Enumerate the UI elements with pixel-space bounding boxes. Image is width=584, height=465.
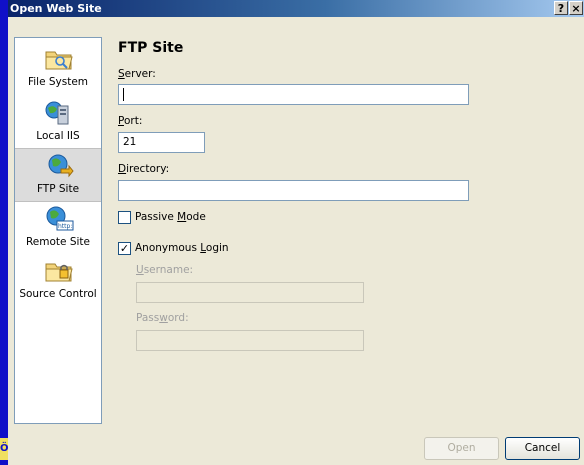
server-input[interactable] <box>118 84 469 105</box>
location-file-system[interactable]: File System <box>15 42 101 96</box>
location-list: File System Local IIS FTP Site http: Rem… <box>14 37 102 424</box>
page-title: FTP Site <box>118 40 184 56</box>
desktop-edge-fragment: Ö <box>0 438 9 460</box>
source-control-folder-icon <box>45 263 73 282</box>
anonymous-login-checkbox[interactable]: ✓ <box>118 242 131 255</box>
globe-ftp-icon <box>48 154 74 178</box>
location-local-iis[interactable]: Local IIS <box>15 96 101 150</box>
username-input[interactable] <box>136 282 364 303</box>
passive-mode-label[interactable]: Passive Mode <box>135 211 206 223</box>
location-label: File System <box>27 76 89 88</box>
location-label: Source Control <box>19 288 97 300</box>
globe-http-icon: http: <box>46 206 74 231</box>
port-input[interactable]: 21 <box>118 132 205 153</box>
password-label: Password: <box>136 312 189 324</box>
dialog-title: Open Web Site <box>10 2 102 15</box>
open-web-site-dialog: Open Web Site ? × File System Local IIS <box>8 0 584 465</box>
cancel-button[interactable]: Cancel <box>505 437 580 460</box>
port-label: Port: <box>118 115 143 127</box>
username-label: Username: <box>136 264 194 276</box>
directory-input[interactable] <box>118 180 469 201</box>
folder-icon <box>45 51 73 70</box>
location-ftp-site[interactable]: FTP Site <box>15 148 101 202</box>
text-caret <box>123 88 124 101</box>
location-source-control[interactable]: Source Control <box>15 254 101 308</box>
location-label: Remote Site <box>25 236 90 248</box>
close-button[interactable]: × <box>569 1 583 15</box>
location-remote-site[interactable]: http: Remote Site <box>15 202 101 256</box>
location-label: FTP Site <box>36 183 80 195</box>
help-button[interactable]: ? <box>554 1 568 15</box>
anonymous-login-label[interactable]: Anonymous Login <box>135 242 229 254</box>
directory-label: Directory: <box>118 163 170 175</box>
server-icon <box>45 101 69 125</box>
location-label: Local IIS <box>36 130 80 142</box>
svg-text:http:: http: <box>58 223 72 230</box>
server-label: Server: <box>118 68 156 80</box>
open-button[interactable]: Open <box>424 437 499 460</box>
title-bar[interactable]: Open Web Site ? × <box>8 0 584 17</box>
password-input[interactable] <box>136 330 364 351</box>
passive-mode-checkbox[interactable] <box>118 211 131 224</box>
